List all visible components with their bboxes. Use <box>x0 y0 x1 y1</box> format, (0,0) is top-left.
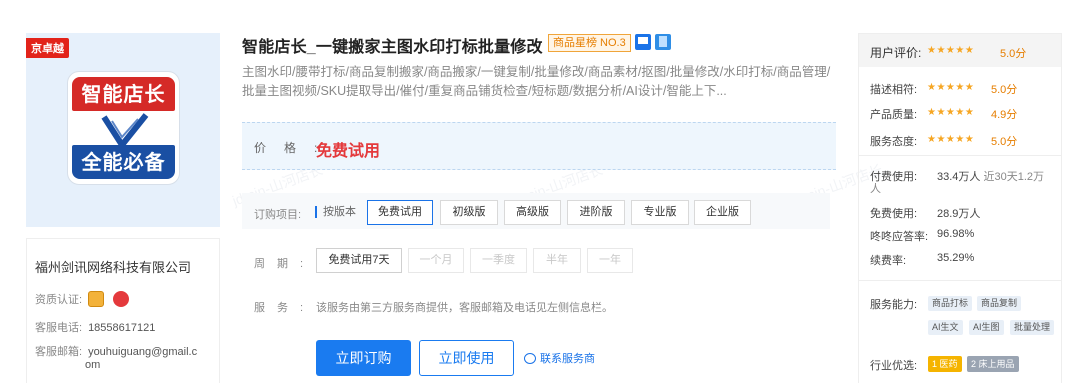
version-option-basic[interactable]: 初级版 <box>440 200 498 225</box>
email-row-cont: om <box>85 359 100 371</box>
divider <box>859 280 1061 281</box>
divider <box>859 155 1061 156</box>
service-label: 服务: <box>254 302 316 314</box>
renewal-rate-value: 35.29% <box>937 252 975 264</box>
paid-users-recent: 近30天1.2万 <box>983 171 1045 183</box>
renewal-rate-label: 续费率: <box>870 255 907 267</box>
paid-users-count: 33.4万人 <box>937 171 981 183</box>
capability-tag: 批量处理 <box>1010 320 1055 335</box>
price-box: 价格: 免费试用 <box>242 122 836 170</box>
product-title: 智能店长_一键搬家主图水印打标批量修改 <box>242 39 543 56</box>
paid-users-value: 33.4万人 近30天1.2万 <box>937 168 1044 184</box>
logo-top-text: 智能店长 <box>72 77 175 111</box>
response-rate-value: 96.98% <box>937 228 975 240</box>
rating-stars: ★★★★★ <box>927 82 975 93</box>
company-name: 福州剑讯网络科技有限公司 <box>35 260 192 275</box>
certificate-icon[interactable] <box>88 291 105 307</box>
service-attitude-score: 5.0分 <box>991 136 1018 148</box>
response-rate-label: 咚咚应答率: <box>870 231 929 243</box>
period-label: 周期: <box>254 258 316 270</box>
use-now-button[interactable]: 立即使用 <box>419 340 514 376</box>
logo-v-check-icon <box>68 113 179 149</box>
desc-match-label: 描述相符: <box>870 84 918 96</box>
rating-panel: 用户评价: ★★★★★ 5.0分 描述相符: ★★★★★ 5.0分 产品质量: … <box>858 33 1062 383</box>
email-value-cont: om <box>85 359 101 371</box>
version-option-advanced[interactable]: 高级版 <box>504 200 561 225</box>
period-option-month[interactable]: 一个月 <box>408 248 464 273</box>
subscribe-button[interactable]: 立即订购 <box>316 340 411 376</box>
capability-tag: 商品打标 <box>928 296 973 311</box>
version-option-free-trial[interactable]: 免费试用 <box>367 200 433 225</box>
period-option-trial-7d[interactable]: 免费试用7天 <box>316 248 402 273</box>
price-value: 免费试用 <box>316 143 381 160</box>
user-rating-score: 5.0分 <box>1000 48 1027 60</box>
order-label: 订购项目: <box>254 209 302 221</box>
capability-label: 服务能力: <box>870 299 918 311</box>
capability-tag: 商品复制 <box>977 296 1022 311</box>
period-option-quarter[interactable]: 一季度 <box>470 248 527 273</box>
phone-label: 客服电话: <box>35 322 83 334</box>
user-rating-label: 用户评价: <box>870 46 922 60</box>
product-logo: 智能店长 全能必备 <box>67 71 180 185</box>
email-value: youhuiguang@gmail.c <box>88 346 198 358</box>
period-option-year[interactable]: 一年 <box>587 248 633 273</box>
version-option-intermediate[interactable]: 进阶版 <box>567 200 625 225</box>
quality-label: 产品质量: <box>870 109 918 121</box>
desc-match-score: 5.0分 <box>991 84 1018 96</box>
cert-label: 资质认证: <box>35 294 83 306</box>
free-users-value: 28.9万人 <box>937 208 981 220</box>
period-option-half-year[interactable]: 半年 <box>533 248 581 273</box>
license-badge-icon[interactable] <box>113 291 130 307</box>
rating-stars: ★★★★★ <box>927 107 975 118</box>
service-attitude-label: 服务态度: <box>870 136 918 148</box>
contact-provider-label: 联系服务商 <box>540 353 595 365</box>
cert-row: 资质认证: <box>35 291 135 307</box>
industry-tag-bedding[interactable]: 2 床上用品 <box>967 356 1019 372</box>
jd-excellence-badge: 京卓越 <box>26 38 69 58</box>
version-option-professional[interactable]: 专业版 <box>631 200 689 225</box>
industry-tag-pharma[interactable]: 1 医药 <box>928 356 962 372</box>
product-logo-panel: 京卓越 智能店长 全能必备 <box>26 33 220 227</box>
chat-icon <box>524 353 536 364</box>
contact-provider-link[interactable]: 联系服务商 <box>524 350 595 366</box>
industry-label: 行业优选: <box>870 360 918 372</box>
rating-stars: ★★★★★ <box>927 45 975 56</box>
quality-score: 4.9分 <box>991 109 1018 121</box>
email-label: 客服邮箱: <box>35 346 83 358</box>
by-version-label: 按版本 <box>315 206 356 218</box>
service-note: 该服务由第三方服务商提供，客服邮箱及电话见左侧信息栏。 <box>316 302 613 314</box>
rank-badge[interactable]: 商品星榜 NO.3 <box>548 34 631 52</box>
email-row: 客服邮箱: youhuiguang@gmail.c <box>35 343 197 359</box>
mobile-platform-icon <box>655 34 671 50</box>
logo-bottom-text: 全能必备 <box>72 145 175 179</box>
paid-users-recent-unit: 人 <box>870 183 881 195</box>
capability-tag: AI生文 <box>928 320 963 335</box>
rating-stars: ★★★★★ <box>927 134 975 145</box>
pc-platform-icon <box>635 34 651 50</box>
version-option-enterprise[interactable]: 企业版 <box>694 200 751 225</box>
product-description: 主图水印/腰带打标/商品复制搬家/商品搬家/一键复制/批量修改/商品素材/抠图/… <box>242 65 831 98</box>
company-info-panel: 福州剑讯网络科技有限公司 资质认证: 客服电话: 18558617121 客服邮… <box>26 238 220 383</box>
phone-value: 18558617121 <box>88 322 156 334</box>
capability-tag: AI生图 <box>969 320 1004 335</box>
free-users-label: 免费使用: <box>870 208 918 220</box>
phone-row: 客服电话: 18558617121 <box>35 319 155 335</box>
